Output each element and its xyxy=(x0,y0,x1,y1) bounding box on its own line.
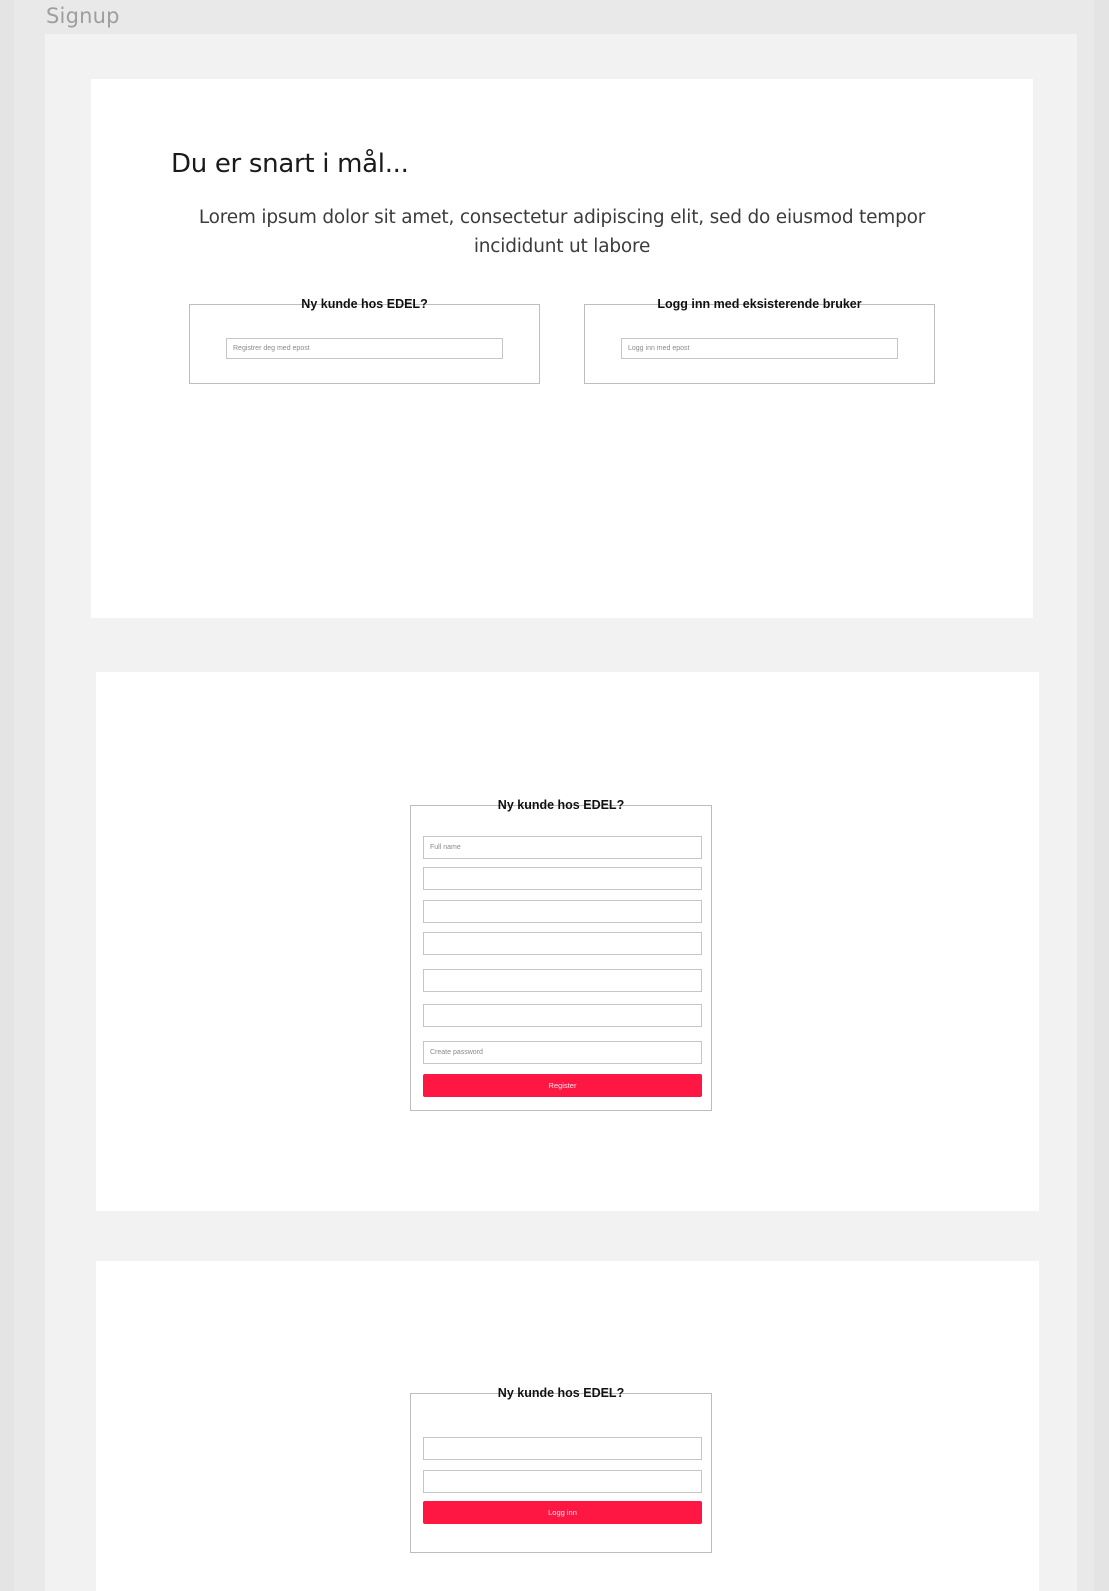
register-button[interactable]: Register xyxy=(423,1074,702,1097)
login-form-box: Ny kunde hos EDEL? Logg inn xyxy=(410,1386,712,1553)
register-field-3[interactable] xyxy=(423,900,702,923)
create-password-input[interactable]: Create password xyxy=(423,1041,702,1064)
new-customer-title: Ny kunde hos EDEL? xyxy=(301,297,428,311)
register-field-2[interactable] xyxy=(423,867,702,890)
existing-user-box: Logg inn med eksisterende bruker Logg in… xyxy=(584,297,935,384)
login-form-title: Ny kunde hos EDEL? xyxy=(497,1386,625,1400)
artboard-label[interactable]: Signup xyxy=(46,4,120,28)
register-form-box: Ny kunde hos EDEL? Full name Create pass… xyxy=(410,798,712,1111)
register-field-4[interactable] xyxy=(423,932,702,955)
login-email-input[interactable]: Logg inn med epost xyxy=(621,338,898,359)
lead-paragraph: Lorem ipsum dolor sit amet, consectetur … xyxy=(198,207,926,257)
register-email-input[interactable]: Registrer deg med epost xyxy=(226,338,503,359)
login-field-1[interactable] xyxy=(423,1437,702,1460)
register-field-5[interactable] xyxy=(423,969,702,992)
login-field-2[interactable] xyxy=(423,1470,702,1493)
login-button[interactable]: Logg inn xyxy=(423,1501,702,1524)
frame-signup-choice: Du er snart i mål... Lorem ipsum dolor s… xyxy=(91,79,1033,618)
page-heading: Du er snart i mål... xyxy=(171,149,409,179)
full-name-input[interactable]: Full name xyxy=(423,836,702,859)
frame-login-form: Ny kunde hos EDEL? Logg inn xyxy=(96,1261,1039,1591)
register-field-6[interactable] xyxy=(423,1004,702,1027)
new-customer-box: Ny kunde hos EDEL? Registrer deg med epo… xyxy=(189,297,540,384)
existing-user-title: Logg inn med eksisterende bruker xyxy=(657,297,862,311)
register-form-title: Ny kunde hos EDEL? xyxy=(497,798,625,812)
frame-register-form: Ny kunde hos EDEL? Full name Create pass… xyxy=(96,672,1039,1211)
